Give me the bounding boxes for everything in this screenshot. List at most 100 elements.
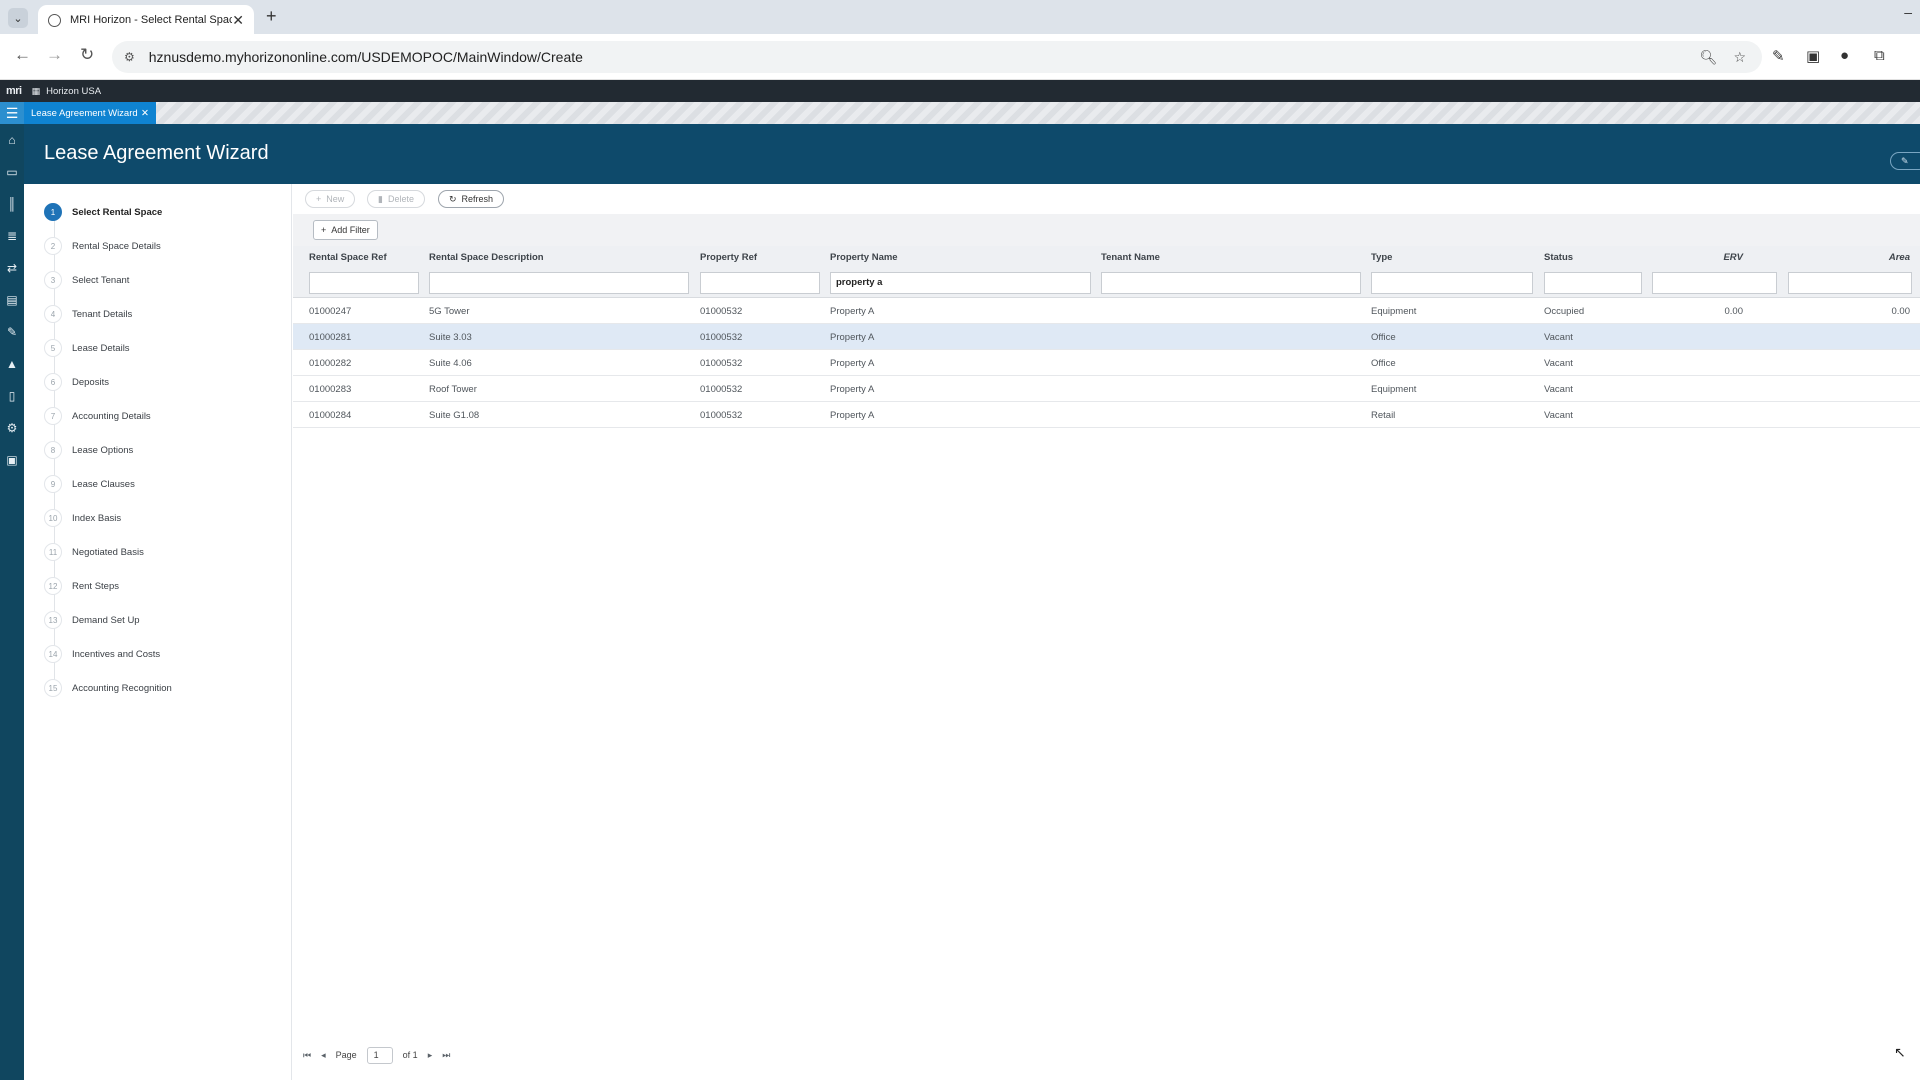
zoom-icon[interactable]: 🔍︎ bbox=[1700, 49, 1718, 66]
chart-icon[interactable]: ▲ bbox=[0, 348, 24, 380]
wizard-step[interactable]: 7 Accounting Details bbox=[44, 406, 151, 426]
app-header: mri ▦ Horizon USA bbox=[0, 80, 1920, 102]
bookmark-star-icon[interactable]: ☆ bbox=[1733, 49, 1746, 66]
wizard-steps: 1 Select Rental Space 2 Rental Space Detail… bbox=[24, 184, 292, 1080]
site-settings-icon[interactable]: ⚙ bbox=[124, 50, 135, 64]
table-row[interactable]: 01000281 Suite 3.03 01000532 Property A Offi… bbox=[293, 324, 1920, 350]
plus-icon: + bbox=[321, 225, 327, 235]
extension-icon-2[interactable]: ▣ bbox=[1806, 47, 1820, 65]
col-type[interactable]: Type bbox=[1371, 252, 1392, 263]
cell-description: Suite G1.08 bbox=[429, 410, 480, 421]
forward-icon[interactable]: → bbox=[46, 45, 63, 65]
wizard-step[interactable]: 10 Index Basis bbox=[44, 508, 121, 528]
url-text: hznusdemo.myhorizononline.com/USDEMOPOC/… bbox=[148, 49, 583, 65]
wizard-step[interactable]: 4 Tenant Details bbox=[44, 304, 132, 324]
step-number: 5 bbox=[44, 339, 62, 357]
brush-icon[interactable]: ✎ bbox=[0, 316, 24, 348]
monitor-icon[interactable]: ▭ bbox=[0, 156, 24, 188]
filter-input-tenant-name[interactable] bbox=[1101, 272, 1361, 294]
cell-description: 5G Tower bbox=[429, 306, 470, 317]
hamburger-menu-icon[interactable]: ☰ bbox=[0, 102, 24, 124]
col-rental-space-ref[interactable]: Rental Space Ref bbox=[309, 252, 387, 263]
wizard-step[interactable]: 9 Lease Clauses bbox=[44, 474, 135, 494]
col-status[interactable]: Status bbox=[1544, 252, 1573, 263]
filter-input-type[interactable] bbox=[1371, 272, 1533, 294]
browser-tab[interactable]: MRI Horizon - Select Rental Space ✕ bbox=[38, 5, 254, 35]
cell-property-name: Property A bbox=[830, 332, 875, 343]
filter-input-property-ref[interactable] bbox=[700, 272, 820, 294]
new-button[interactable]: + New bbox=[305, 190, 356, 208]
back-icon[interactable]: ← bbox=[14, 45, 31, 65]
first-page-icon[interactable]: ⏮ bbox=[303, 1050, 311, 1061]
cell-rental-space-ref: 01000281 bbox=[309, 332, 352, 343]
cell-property-name: Property A bbox=[830, 410, 875, 421]
wizard-step[interactable]: 5 Lease Details bbox=[44, 338, 130, 358]
extension-icon[interactable]: ✎ bbox=[1772, 47, 1785, 65]
ledger-icon[interactable]: ▤ bbox=[0, 284, 24, 316]
edit-pill-icon[interactable]: ✎ bbox=[1890, 152, 1920, 170]
grid-toolbar: + New ▮ Delete ↻ Refresh bbox=[293, 184, 1920, 214]
extensions-puzzle-icon[interactable]: ⧉ bbox=[1874, 47, 1885, 64]
cell-status: Occupied bbox=[1544, 306, 1585, 317]
database-icon[interactable]: ≣ bbox=[0, 220, 24, 252]
wizard-step[interactable]: 6 Deposits bbox=[44, 372, 109, 392]
wizard-step[interactable]: 12 Rent Steps bbox=[44, 576, 119, 596]
col-property-ref[interactable]: Property Ref bbox=[700, 252, 757, 263]
apps-grid-icon[interactable]: ▦ bbox=[32, 86, 41, 97]
wizard-step[interactable]: 15 Accounting Recognition bbox=[44, 678, 172, 698]
wizard-step[interactable]: 13 Demand Set Up bbox=[44, 610, 140, 630]
delete-button[interactable]: ▮ Delete bbox=[367, 190, 425, 208]
minimize-icon[interactable]: – bbox=[1904, 4, 1912, 20]
table-row[interactable]: 01000284 Suite G1.08 01000532 Property A Ret… bbox=[293, 402, 1920, 428]
filter-input-rental-space-ref[interactable] bbox=[309, 272, 419, 294]
window-tab-lease-wizard[interactable]: Lease Agreement Wizard ✕ bbox=[24, 102, 156, 124]
settings-icon[interactable]: ⚙ bbox=[0, 412, 24, 444]
col-area[interactable]: Area bbox=[1838, 252, 1910, 263]
wizard-step[interactable]: 14 Incentives and Costs bbox=[44, 644, 160, 664]
col-erv[interactable]: ERV bbox=[1683, 252, 1743, 263]
document-icon[interactable]: ▯ bbox=[0, 380, 24, 412]
refresh-button[interactable]: ↻ Refresh bbox=[438, 190, 505, 208]
filter-input-erv[interactable] bbox=[1652, 272, 1777, 294]
table-row[interactable]: 01000283 Roof Tower 01000532 Property A Equi… bbox=[293, 376, 1920, 402]
wizard-step[interactable]: 3 Select Tenant bbox=[44, 270, 129, 290]
cell-type: Equipment bbox=[1371, 306, 1417, 317]
report-icon[interactable]: ▣ bbox=[0, 444, 24, 476]
home-icon[interactable]: ⌂ bbox=[0, 124, 24, 156]
browser-tab-title: MRI Horizon - Select Rental Space bbox=[70, 14, 233, 26]
close-window-tab-icon[interactable]: ✕ bbox=[141, 108, 149, 119]
transfer-icon[interactable]: ⇄ bbox=[0, 252, 24, 284]
step-label: Rent Steps bbox=[72, 580, 119, 592]
cell-type: Equipment bbox=[1371, 384, 1417, 395]
filter-input-area[interactable] bbox=[1788, 272, 1912, 294]
page-number-input[interactable]: 1 bbox=[366, 1046, 393, 1064]
wizard-step[interactable]: 2 Rental Space Details bbox=[44, 236, 161, 256]
reload-icon[interactable]: ↻ bbox=[80, 45, 94, 65]
wizard-step[interactable]: 11 Negotiated Basis bbox=[44, 542, 144, 562]
step-label: Demand Set Up bbox=[72, 614, 140, 626]
page-title: Lease Agreement Wizard bbox=[44, 142, 269, 164]
close-tab-icon[interactable]: ✕ bbox=[232, 12, 244, 29]
col-rental-space-description[interactable]: Rental Space Description bbox=[429, 252, 544, 263]
address-bar[interactable]: ⚙ hznusdemo.myhorizononline.com/USDEMOPO… bbox=[112, 41, 1762, 73]
col-tenant-name[interactable]: Tenant Name bbox=[1101, 252, 1160, 263]
table-row[interactable]: 01000247 5G Tower 01000532 Property A Equipm… bbox=[293, 298, 1920, 324]
profile-icon[interactable]: ● bbox=[1840, 47, 1849, 64]
last-page-icon[interactable]: ⏭ bbox=[442, 1050, 450, 1061]
step-label: Negotiated Basis bbox=[72, 546, 144, 558]
tab-search-dropdown-icon[interactable]: ⌄ bbox=[8, 8, 28, 28]
library-icon[interactable]: ║ bbox=[0, 188, 24, 220]
step-number: 2 bbox=[44, 237, 62, 255]
filter-input-description[interactable] bbox=[429, 272, 689, 294]
add-filter-button[interactable]: + Add Filter bbox=[313, 220, 378, 240]
wizard-step[interactable]: 1 Select Rental Space bbox=[44, 202, 162, 222]
org-name[interactable]: Horizon USA bbox=[46, 86, 101, 97]
col-property-name[interactable]: Property Name bbox=[830, 252, 898, 263]
prev-page-icon[interactable]: ◂ bbox=[321, 1050, 326, 1061]
new-tab-icon[interactable]: + bbox=[266, 6, 277, 27]
filter-input-property-name[interactable]: property a bbox=[830, 272, 1091, 294]
filter-input-status[interactable] bbox=[1544, 272, 1642, 294]
next-page-icon[interactable]: ▸ bbox=[428, 1050, 433, 1061]
table-row[interactable]: 01000282 Suite 4.06 01000532 Property A Offi… bbox=[293, 350, 1920, 376]
wizard-step[interactable]: 8 Lease Options bbox=[44, 440, 133, 460]
